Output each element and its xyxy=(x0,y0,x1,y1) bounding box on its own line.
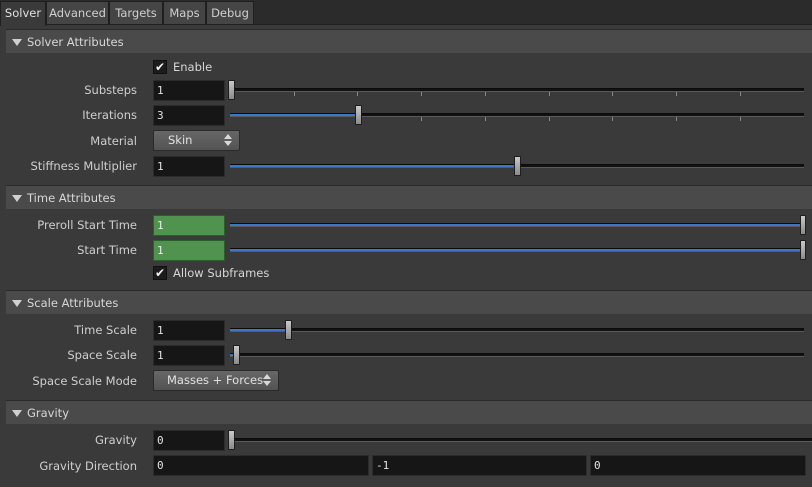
time-scale-slider-fill xyxy=(230,329,287,331)
time-scale-slider-handle[interactable] xyxy=(285,320,292,340)
gravity-direction-x-field[interactable]: 0 xyxy=(153,455,369,476)
tab-advanced[interactable]: Advanced xyxy=(46,1,109,24)
slider-tick xyxy=(740,92,741,96)
section-gravity[interactable]: Gravity xyxy=(6,400,812,424)
space-scale-mode-dropdown[interactable]: Masses + Forces xyxy=(153,370,279,391)
stiffness-multiplier-slider-handle[interactable] xyxy=(514,156,521,176)
slider-tick xyxy=(612,92,613,96)
slider-tick xyxy=(740,117,741,121)
preroll-start-time-slider-fill xyxy=(230,224,802,226)
stiffness-multiplier-label: Stiffness Multiplier xyxy=(30,159,137,173)
tab-solver[interactable]: Solver xyxy=(0,1,46,26)
gravity-slider-handle[interactable] xyxy=(228,430,235,450)
gravity-direction-label: Gravity Direction xyxy=(39,459,137,473)
tab-targets[interactable]: Targets xyxy=(109,1,163,24)
stiffness-multiplier-field[interactable]: 1 xyxy=(153,156,225,177)
material-value: Skin xyxy=(168,133,193,147)
iterations-slider-fill xyxy=(230,114,358,116)
substeps-field[interactable]: 1 xyxy=(153,80,225,101)
space-scale-mode-value: Masses + Forces xyxy=(167,373,264,387)
material-label: Material xyxy=(90,134,137,148)
enable-checkbox[interactable]: ✔ xyxy=(153,60,167,74)
section-title: Solver Attributes xyxy=(27,35,124,49)
time-scale-field[interactable]: 1 xyxy=(153,320,225,341)
gravity-label: Gravity xyxy=(94,433,137,447)
up-down-arrows-icon xyxy=(224,134,232,147)
start-time-field[interactable]: 1 xyxy=(153,240,225,261)
section-title: Scale Attributes xyxy=(27,296,119,310)
slider-tick xyxy=(676,117,677,121)
collapse-triangle-icon[interactable] xyxy=(12,300,22,307)
start-time-slider-fill xyxy=(230,249,802,251)
tab-debug[interactable]: Debug xyxy=(206,1,254,24)
iterations-slider-handle[interactable] xyxy=(355,105,362,125)
slider-tick xyxy=(676,92,677,96)
slider-tick xyxy=(549,92,550,96)
start-time-slider-track[interactable] xyxy=(230,248,804,252)
allow-subframes-checkbox[interactable]: ✔ xyxy=(153,266,167,280)
slider-tick xyxy=(612,117,613,121)
preroll-start-time-slider-handle[interactable] xyxy=(800,215,806,235)
up-down-arrows-icon xyxy=(263,374,271,387)
slider-tick xyxy=(421,117,422,121)
material-dropdown[interactable]: Skin xyxy=(153,130,240,151)
gravity-direction-y-field[interactable]: -1 xyxy=(372,455,587,476)
substeps-label: Substeps xyxy=(84,83,137,97)
slider-tick xyxy=(549,117,550,121)
iterations-field[interactable]: 3 xyxy=(153,105,225,126)
space-scale-field[interactable]: 1 xyxy=(153,345,225,366)
collapse-triangle-icon[interactable] xyxy=(12,410,22,417)
section-title: Time Attributes xyxy=(27,191,116,205)
slider-tick xyxy=(294,92,295,96)
time-scale-label: Time Scale xyxy=(74,323,137,337)
space-scale-mode-label: Space Scale Mode xyxy=(32,374,137,388)
allow-subframes-label: Allow Subframes xyxy=(173,266,270,280)
start-time-slider-handle[interactable] xyxy=(800,240,806,260)
tab-bar: Solver Advanced Targets Maps Debug xyxy=(0,0,812,26)
stiffness-multiplier-slider-fill xyxy=(230,165,517,167)
tab-maps[interactable]: Maps xyxy=(163,1,206,24)
section-title: Gravity xyxy=(27,406,70,420)
enable-label: Enable xyxy=(173,60,213,74)
section-scale-attributes[interactable]: Scale Attributes xyxy=(6,290,812,314)
preroll-start-time-field[interactable]: 1 xyxy=(153,215,225,236)
slider-tick xyxy=(485,117,486,121)
gravity-direction-z-field[interactable]: 0 xyxy=(590,455,806,476)
preroll-start-time-label: Preroll Start Time xyxy=(37,218,137,232)
start-time-label: Start Time xyxy=(77,243,137,257)
preroll-start-time-slider-track[interactable] xyxy=(230,223,804,227)
slider-tick xyxy=(485,92,486,96)
iterations-label: Iterations xyxy=(82,108,137,122)
section-time-attributes[interactable]: Time Attributes xyxy=(6,185,812,209)
collapse-triangle-icon[interactable] xyxy=(12,39,22,46)
space-scale-slider-handle[interactable] xyxy=(233,345,240,365)
slider-tick xyxy=(357,92,358,96)
collapse-triangle-icon[interactable] xyxy=(12,195,22,202)
space-scale-label: Space Scale xyxy=(67,348,137,362)
gravity-slider-track[interactable] xyxy=(230,438,812,442)
time-scale-slider-track[interactable] xyxy=(230,328,804,332)
slider-tick xyxy=(421,92,422,96)
iterations-slider-track[interactable] xyxy=(230,113,804,121)
substeps-slider-handle[interactable] xyxy=(228,80,235,100)
section-solver-attributes[interactable]: Solver Attributes xyxy=(6,29,812,53)
space-scale-slider-track[interactable] xyxy=(230,353,804,357)
substeps-slider-track[interactable] xyxy=(230,88,804,96)
gravity-field[interactable]: 0 xyxy=(153,430,225,451)
